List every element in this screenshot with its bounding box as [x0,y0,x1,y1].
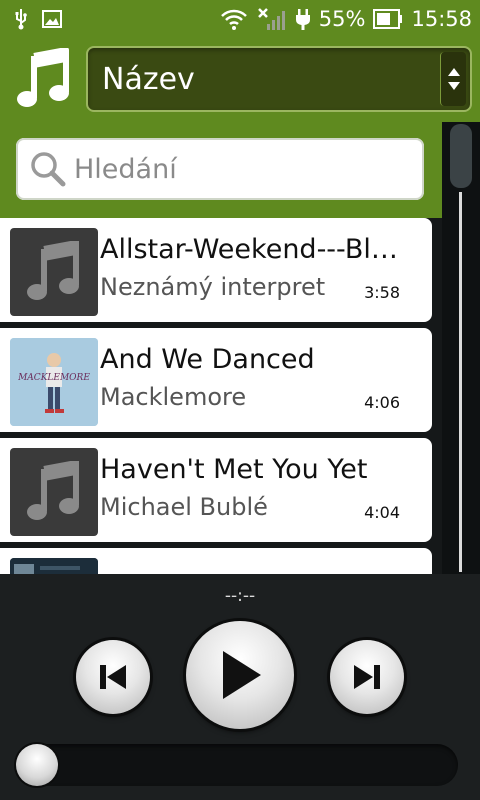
music-note-icon [27,461,79,520]
app-header: Název [0,38,480,122]
album-art [10,558,98,574]
list-scrollbar[interactable] [442,122,480,574]
track-artist: Macklemore [100,383,247,411]
seek-bar[interactable] [16,744,458,786]
track-duration: 4:06 [364,393,400,412]
music-player-screen: 55% 15:58 Název Hledání Allstar-Weekend-… [0,0,480,800]
search-box[interactable] [16,138,424,200]
track-artist: Neznámý interpret [100,273,326,301]
album-art-placeholder [10,228,98,316]
next-track-button[interactable] [330,640,404,714]
track-row[interactable]: MACKLEMORE And We Danced Macklemore 4:06 [0,328,432,432]
image-notification-icon [42,10,62,28]
track-duration: 4:04 [364,503,400,522]
track-duration: 3:58 [364,283,400,302]
track-title: Allstar-Weekend---Bla... [100,234,406,265]
track-list: Allstar-Weekend---Bla... Neznámý interpr… [0,218,442,574]
battery-icon [373,9,403,29]
battery-percent: 55% [318,7,366,31]
track-row[interactable] [0,548,432,574]
track-row[interactable]: Allstar-Weekend---Bla... Neznámý interpr… [0,218,432,322]
previous-track-button[interactable] [76,640,150,714]
play-icon [223,651,261,699]
clock: 15:58 [411,7,472,31]
track-title: Haven't Met You Yet [100,454,368,485]
sort-dropdown[interactable]: Název [86,46,472,112]
album-art-text: MACKLEMORE [17,373,90,383]
status-bar: 55% 15:58 [0,0,480,38]
signal-icon [257,7,287,31]
scrollbar-track-line [459,192,462,572]
seek-bar-thumb[interactable] [16,744,58,786]
scrollbar-thumb[interactable] [450,124,472,188]
skip-previous-icon [100,665,126,689]
player-controls: --:-- [0,574,480,800]
usb-icon [14,8,28,30]
search-input[interactable] [74,152,404,186]
search-bar [0,122,442,218]
track-row[interactable]: Haven't Met You Yet Michael Bublé 4:04 [0,438,432,542]
play-button[interactable] [186,621,294,729]
music-note-icon [27,241,79,300]
wifi-icon [219,7,249,31]
album-art: MACKLEMORE [10,338,98,426]
track-title: And We Danced [100,344,315,375]
album-art-placeholder [10,448,98,536]
skip-next-icon [354,665,380,689]
charging-icon [295,7,311,31]
search-icon [30,151,66,187]
elapsed-time: --:-- [224,586,256,606]
track-artist: Michael Bublé [100,493,268,521]
music-note-icon [16,47,72,110]
spinner-arrows-icon [440,52,466,106]
sort-dropdown-value: Název [102,62,195,97]
